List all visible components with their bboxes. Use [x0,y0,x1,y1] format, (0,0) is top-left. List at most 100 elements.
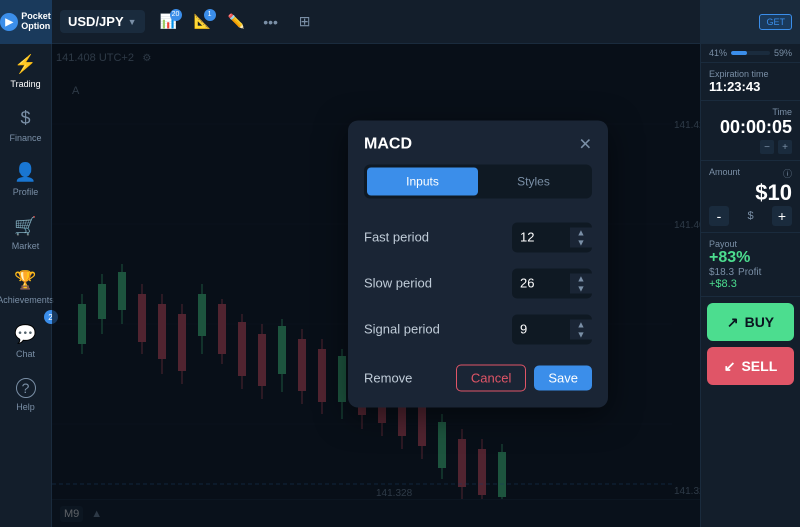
expiry-block: Expiration time 11:23:43 [701,63,800,101]
sidebar-item-label: Trading [10,79,40,89]
trading-icon: ⚡ [14,54,36,75]
payout-profit-label: Profit [738,267,761,278]
grid-btn[interactable]: ⊞ [291,8,319,36]
slow-period-down[interactable]: ▼ [570,283,592,293]
fast-period-row: Fast period ▲ ▼ [348,214,608,260]
chat-icon: 💬 [14,324,36,345]
sidebar-item-profile[interactable]: 👤 Profile [0,152,52,206]
amount-currency: $ [747,210,753,222]
payout-pct: +83% [709,249,792,267]
signal-period-spinners: ▲ ▼ [570,319,592,339]
sidebar-item-label: Achievements [0,295,54,305]
amount-info-icon: ⓘ [783,167,792,180]
sidebar-item-label: Help [16,402,35,412]
toolbar: 📊 20 📐 1 ✏️ ••• ⊞ [155,8,792,36]
sidebar-item-achievements[interactable]: 🏆 Achievements [0,260,52,314]
modal-tabs: Inputs Styles [364,164,592,198]
macd-modal: MACD ✕ Inputs Styles Fast period ▲ ▼ Slo… [348,120,608,407]
more-btn[interactable]: ••• [257,8,285,36]
get-button[interactable]: GET [759,14,792,30]
save-button[interactable]: Save [534,365,592,390]
more-icon: ••• [263,14,278,30]
profile-icon: 👤 [14,162,36,183]
pair-arrow: ▼ [128,17,137,27]
time-block: Time 00:00:05 − + [701,101,800,161]
amount-label-text: Amount [709,167,740,180]
sell-button[interactable]: ↙ SELL [707,347,794,385]
fast-period-down[interactable]: ▼ [570,237,592,247]
amount-decrease-btn[interactable]: - [709,206,729,226]
user-area: GET [701,0,800,44]
modal-close-button[interactable]: ✕ [579,134,592,154]
fast-period-input-group: ▲ ▼ [512,222,592,252]
sidebar-item-chat[interactable]: 💬 Chat 2 [0,314,52,368]
finance-icon: $ [20,108,30,129]
bar-fill [731,51,747,55]
signal-period-input[interactable] [512,322,570,337]
chart-type-btn[interactable]: 📊 20 [155,8,183,36]
time-increase-btn[interactable]: + [778,140,792,154]
modal-title: MACD [364,135,412,153]
pencil-btn[interactable]: ✏️ [223,8,251,36]
percent-right: 59% [774,48,792,58]
help-icon: ? [16,378,36,398]
buy-label: BUY [745,314,775,330]
sidebar-item-label: Market [12,241,40,251]
pair-selector[interactable]: USD/JPY ▼ [60,10,145,33]
amount-label: Amount ⓘ [709,167,792,180]
logo-icon: ▶ [0,13,18,31]
indicators-badge: 20 [170,9,182,21]
fast-period-label: Fast period [364,230,429,245]
modal-header: MACD ✕ [348,120,608,164]
slow-period-up[interactable]: ▲ [570,273,592,283]
remove-button[interactable]: Remove [364,370,412,385]
payout-block: Payout +83% $18.3 Profit +$8.3 [701,233,800,297]
expiry-label: Expiration time [709,69,792,79]
sidebar-item-label: Finance [9,133,41,143]
buy-arrow: ↗ [727,314,739,331]
market-icon: 🛒 [14,216,36,237]
topbar: USD/JPY ▼ 📊 20 📐 1 ✏️ ••• ⊞ [52,0,800,44]
signal-period-input-group: ▲ ▼ [512,314,592,344]
time-value: 00:00:05 [709,117,792,138]
fast-period-up[interactable]: ▲ [570,227,592,237]
tab-styles[interactable]: Styles [478,167,589,195]
drawing-btn[interactable]: 📐 1 [189,8,217,36]
buy-button[interactable]: ↗ BUY [707,303,794,341]
amount-increase-btn[interactable]: + [772,206,792,226]
logo[interactable]: ▶ PocketOption [0,0,52,44]
sidebar-item-label: Chat [16,349,35,359]
cancel-button[interactable]: Cancel [456,364,526,391]
slow-period-input[interactable] [512,276,570,291]
sidebar-item-trading[interactable]: ⚡ Trading [0,44,52,98]
signal-period-up[interactable]: ▲ [570,319,592,329]
percent-left: 41% [709,48,727,58]
payout-label: Payout [709,239,792,249]
fast-period-input[interactable] [512,230,570,245]
pencil-icon: ✏️ [228,13,245,30]
signal-period-down[interactable]: ▼ [570,329,592,339]
pair-label: USD/JPY [68,14,124,29]
amount-value: $10 [709,180,792,206]
modal-footer: Remove Cancel Save [348,352,608,391]
sidebar-item-market[interactable]: 🛒 Market [0,206,52,260]
sidebar-item-finance[interactable]: $ Finance [0,98,52,152]
achievements-icon: 🏆 [14,270,36,291]
percent-bar: 41% 59% [701,44,800,63]
bar-track [731,51,770,55]
slow-period-row: Slow period ▲ ▼ [348,260,608,306]
sell-label: SELL [741,358,777,374]
sell-arrow: ↙ [724,358,736,375]
time-decrease-btn[interactable]: − [760,140,774,154]
expiry-time: 11:23:43 [709,79,792,94]
logo-text: PocketOption [21,12,51,32]
sidebar-item-help[interactable]: ? Help [0,368,52,422]
grid-icon: ⊞ [299,13,311,30]
tab-inputs[interactable]: Inputs [367,167,478,195]
slow-period-input-group: ▲ ▼ [512,268,592,298]
sidebar-item-label: Profile [13,187,39,197]
slow-period-spinners: ▲ ▼ [570,273,592,293]
sidebar: ▶ PocketOption ⚡ Trading $ Finance 👤 Pro… [0,0,52,527]
fast-period-spinners: ▲ ▼ [570,227,592,247]
signal-period-label: Signal period [364,322,440,337]
